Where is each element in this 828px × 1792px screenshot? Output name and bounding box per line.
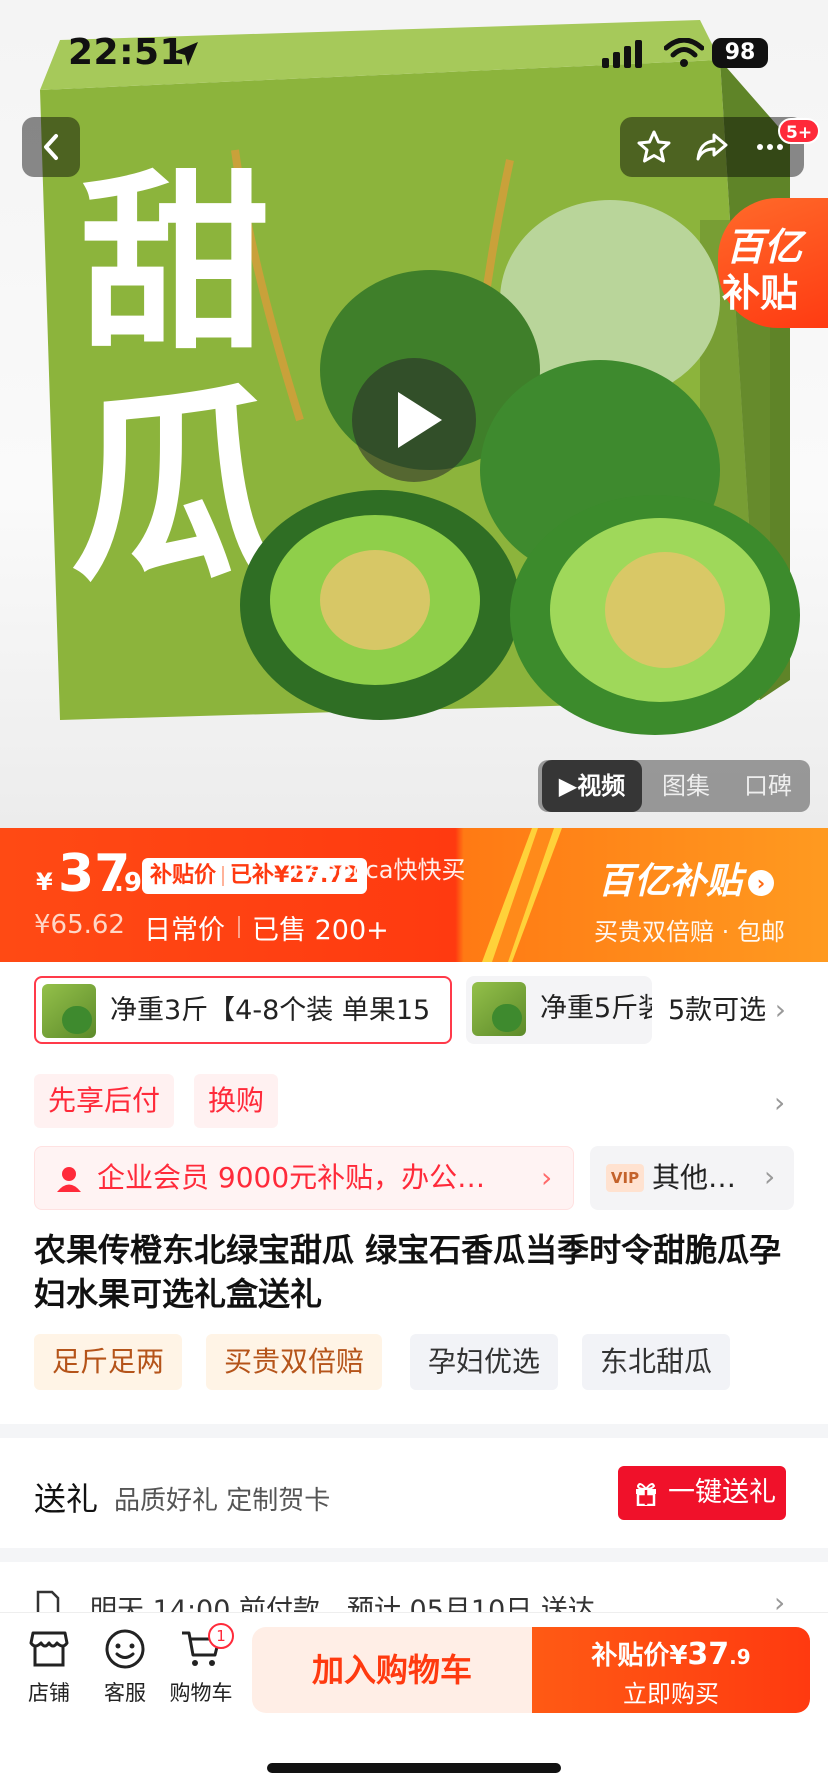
cart-count-badge: 1 (208, 1623, 234, 1649)
media-tab-reviews[interactable]: 口碑 (728, 760, 808, 812)
service-label: 客服 (104, 1681, 146, 1705)
buy-action-label: 立即购买 (623, 1680, 719, 1708)
sold-count: 已售 200+ (252, 915, 389, 946)
feature-tag: 孕妇优选 (410, 1334, 559, 1390)
notification-badge: 5+ (778, 118, 821, 144)
buy-price-int: 37 (687, 1637, 730, 1672)
send-gift-button[interactable]: 一键送礼 (618, 1466, 786, 1520)
buy-price-dec: .9 (729, 1645, 751, 1669)
subsidy-brand-sub: 买贵双倍赔 · 包邮 (594, 918, 785, 946)
sku-more-button[interactable]: 5款可选 › (668, 976, 786, 1045)
status-bar: 22:51 98 (0, 0, 828, 110)
buy-price-label: 补贴价 (591, 1641, 670, 1671)
shopper-overlay: Rebecca快快买 (292, 856, 466, 884)
gift-subtitle: 品质好礼 定制贺卡 (114, 1486, 331, 1516)
original-price: ¥65.62 (34, 910, 125, 940)
status-time: 22:51 (68, 32, 186, 73)
price-decimal: .9 (114, 868, 142, 898)
play-video-button[interactable] (352, 358, 476, 482)
send-gift-label: 一键送礼 (668, 1477, 776, 1508)
person-icon (57, 1167, 81, 1192)
vip-promo[interactable]: VIP 其他… › (590, 1146, 794, 1210)
share-icon[interactable] (694, 129, 730, 165)
subsidy-brand-link[interactable]: 百亿补贴 › (598, 852, 775, 904)
battery-indicator: 98 (712, 38, 768, 68)
location-arrow-icon (174, 42, 198, 66)
media-tab-video[interactable]: ▶视频 (542, 760, 642, 812)
gift-section: 送礼 品质好礼 定制贺卡 一键送礼 (0, 1438, 828, 1548)
sku-thumbnail (42, 984, 96, 1038)
subsidy-brand-text: 百亿补贴 (598, 861, 743, 902)
wifi-icon (664, 38, 704, 67)
enterprise-promo[interactable]: 企业会员 9000元补贴，办公… › (34, 1146, 574, 1210)
bottom-action-bar: 店铺 客服 1 购物车 加入购物车 补贴价¥37.9 立即购买 (0, 1612, 828, 1792)
sku-label: 净重3斤【4-8个装 单果15 (110, 995, 431, 1026)
buy-price-line: 补贴价¥37.9 (532, 1635, 810, 1672)
sku-thumbnail (472, 982, 526, 1036)
cart-button[interactable]: 1 购物车 (166, 1623, 236, 1707)
section-divider (0, 1548, 828, 1562)
svg-text:甜: 甜 (80, 154, 270, 375)
customer-service-button[interactable]: 客服 (90, 1627, 160, 1707)
price-banner: ¥ 37 .9 补贴价 已补¥27.72 Rebecca快快买 ¥65.62 日常… (0, 828, 828, 962)
chevron-right-icon: › (748, 870, 775, 896)
back-button[interactable] (22, 117, 80, 177)
home-indicator (267, 1763, 561, 1773)
subsidy-corner-line2: 补贴 (722, 271, 799, 315)
chevron-left-icon (44, 134, 58, 160)
play-icon (398, 392, 442, 448)
price-currency: ¥ (36, 868, 53, 896)
store-button[interactable]: 店铺 (14, 1627, 84, 1707)
buy-now-button[interactable]: 补贴价¥37.9 立即购买 (532, 1627, 810, 1713)
banner-divider (482, 828, 562, 962)
sku-option[interactable]: 净重5斤装 (466, 976, 652, 1044)
service-tag-pay-later[interactable]: 先享后付 (34, 1074, 175, 1128)
vip-promo-text: 其他… (652, 1161, 737, 1194)
gift-icon (636, 1483, 656, 1506)
cart-label: 购物车 (169, 1681, 233, 1705)
feature-tag: 东北甜瓜 (582, 1334, 731, 1390)
feature-tag: 足斤足两 (34, 1334, 183, 1390)
tag-separator (222, 866, 225, 886)
chevron-right-icon: › (764, 1160, 776, 1193)
daily-price-label: 日常价 (144, 915, 225, 946)
chevron-right-icon[interactable]: › (774, 1086, 785, 1119)
enterprise-promo-text: 企业会员 9000元补贴，办公… (97, 1161, 486, 1194)
sku-label: 净重5斤装 (540, 993, 652, 1024)
sku-option-selected[interactable]: 净重3斤【4-8个装 单果15 (34, 976, 452, 1044)
section-divider (0, 1424, 828, 1438)
subsidy-tag-label: 补贴价 (150, 863, 217, 888)
chevron-right-icon: › (541, 1161, 553, 1194)
product-title: 农果传橙东北绿宝甜瓜 绿宝石香瓜当季时令甜脆瓜孕妇水果可选礼盒送礼 (34, 1231, 782, 1313)
store-label: 店铺 (28, 1681, 70, 1705)
sku-more-label: 5款可选 (668, 995, 767, 1026)
add-to-cart-button[interactable]: 加入购物车 (252, 1627, 532, 1713)
service-face-icon (105, 1629, 145, 1669)
chevron-right-icon: › (774, 993, 786, 1026)
gift-title: 送礼 (34, 1480, 99, 1518)
store-icon (29, 1631, 69, 1667)
sold-separator (238, 916, 240, 938)
subsidy-corner-badge[interactable]: 百亿 补贴 (718, 198, 828, 328)
media-tabs: ▶视频 图集 口碑 (538, 760, 810, 812)
product-hero[interactable]: 甜 瓜 22:51 98 5+ 百亿 补贴 ▶视频 图集 口碑 (0, 0, 828, 828)
top-actions (620, 117, 804, 177)
sku-selector: 净重3斤【4-8个装 单果15 净重5斤装 5款可选 › (0, 976, 828, 1048)
buy-currency: ¥ (669, 1641, 688, 1671)
star-icon[interactable] (636, 129, 672, 165)
feature-tag: 买贵双倍赔 (206, 1334, 383, 1390)
cellular-signal-icon (602, 40, 642, 68)
vip-badge: VIP (606, 1164, 644, 1192)
media-tab-gallery[interactable]: 图集 (646, 760, 726, 812)
service-tag-exchange[interactable]: 换购 (194, 1074, 279, 1128)
